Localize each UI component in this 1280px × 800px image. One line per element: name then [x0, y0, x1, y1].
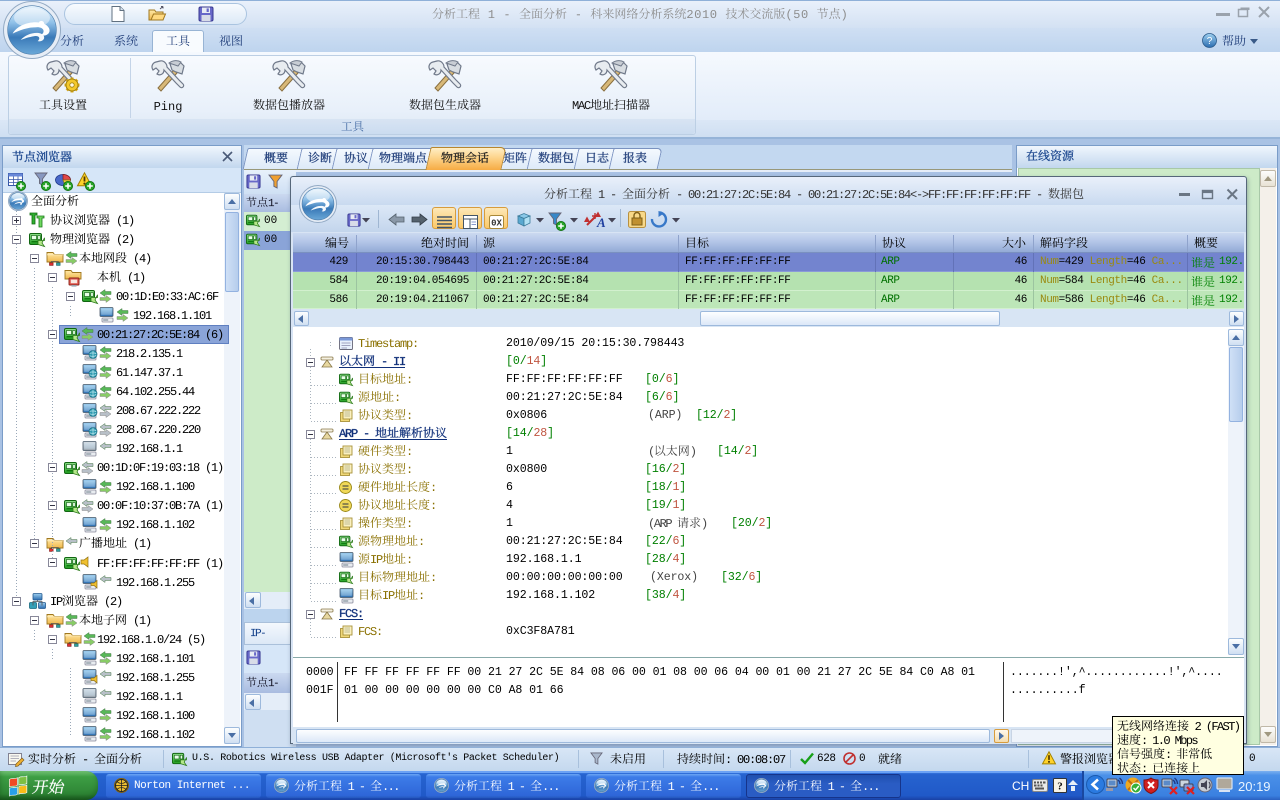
svg-text:?: ? — [1207, 36, 1213, 47]
svg-text:0X: 0X — [491, 219, 502, 229]
svg-text:A: A — [596, 215, 606, 230]
svg-text:?: ? — [1057, 781, 1063, 793]
